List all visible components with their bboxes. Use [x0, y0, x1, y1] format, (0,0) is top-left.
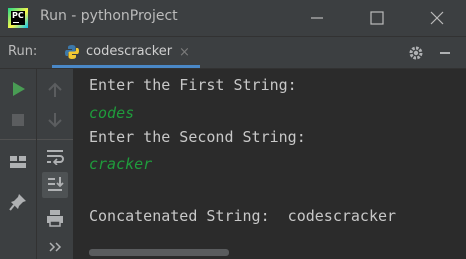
minimize-icon — [311, 17, 323, 19]
maximize-icon — [370, 11, 384, 25]
pin-icon[interactable] — [9, 193, 27, 211]
scroll-to-end-button[interactable] — [42, 172, 68, 198]
console-line-input-second: cracker — [89, 155, 153, 173]
console-line-prompt-first: Enter the First String: — [89, 76, 297, 94]
soft-wrap-icon[interactable] — [46, 147, 64, 165]
close-icon — [430, 11, 444, 25]
run-toolbar: Run: codescracker × — [0, 37, 466, 69]
scroll-to-end-icon — [48, 177, 64, 191]
console-line-prompt-second: Enter the Second String: — [89, 128, 306, 146]
horizontal-scrollbar[interactable] — [89, 249, 229, 256]
maximize-window-button[interactable] — [354, 0, 400, 36]
toolbar-divider — [0, 139, 36, 140]
toolbar-divider — [37, 139, 73, 140]
tab-codescracker[interactable]: codescracker × — [52, 37, 200, 68]
tab-label: codescracker — [86, 44, 173, 59]
more-icon[interactable] — [46, 237, 64, 255]
console-line-result: Concatenated String: codescracker — [89, 207, 397, 225]
window-titlebar: PC Run - pythonProject — [0, 0, 466, 37]
tab-close-button[interactable]: × — [179, 45, 190, 60]
logo-text: PC — [12, 11, 24, 20]
active-tab-indicator — [52, 65, 200, 68]
close-window-button[interactable] — [414, 0, 460, 36]
python-icon — [65, 45, 79, 59]
stop-icon[interactable] — [9, 111, 27, 129]
pycharm-logo-icon: PC — [8, 8, 28, 28]
gear-icon[interactable] — [407, 44, 425, 62]
layout-icon[interactable] — [9, 153, 27, 171]
minimize-panel-icon[interactable] — [436, 44, 454, 62]
window-title: Run - pythonProject — [40, 8, 178, 24]
run-actions-toolbar — [0, 69, 36, 259]
console-line-input-first: codes — [89, 104, 135, 122]
down-arrow-icon[interactable] — [46, 111, 64, 129]
run-label: Run: — [8, 44, 38, 59]
up-arrow-icon[interactable] — [46, 81, 64, 99]
run-icon[interactable] — [9, 80, 27, 98]
print-icon[interactable] — [46, 209, 64, 227]
console-actions-toolbar — [36, 69, 73, 259]
console-output[interactable]: Enter the First String: codes Enter the … — [73, 69, 466, 259]
minimize-window-button[interactable] — [294, 0, 340, 36]
